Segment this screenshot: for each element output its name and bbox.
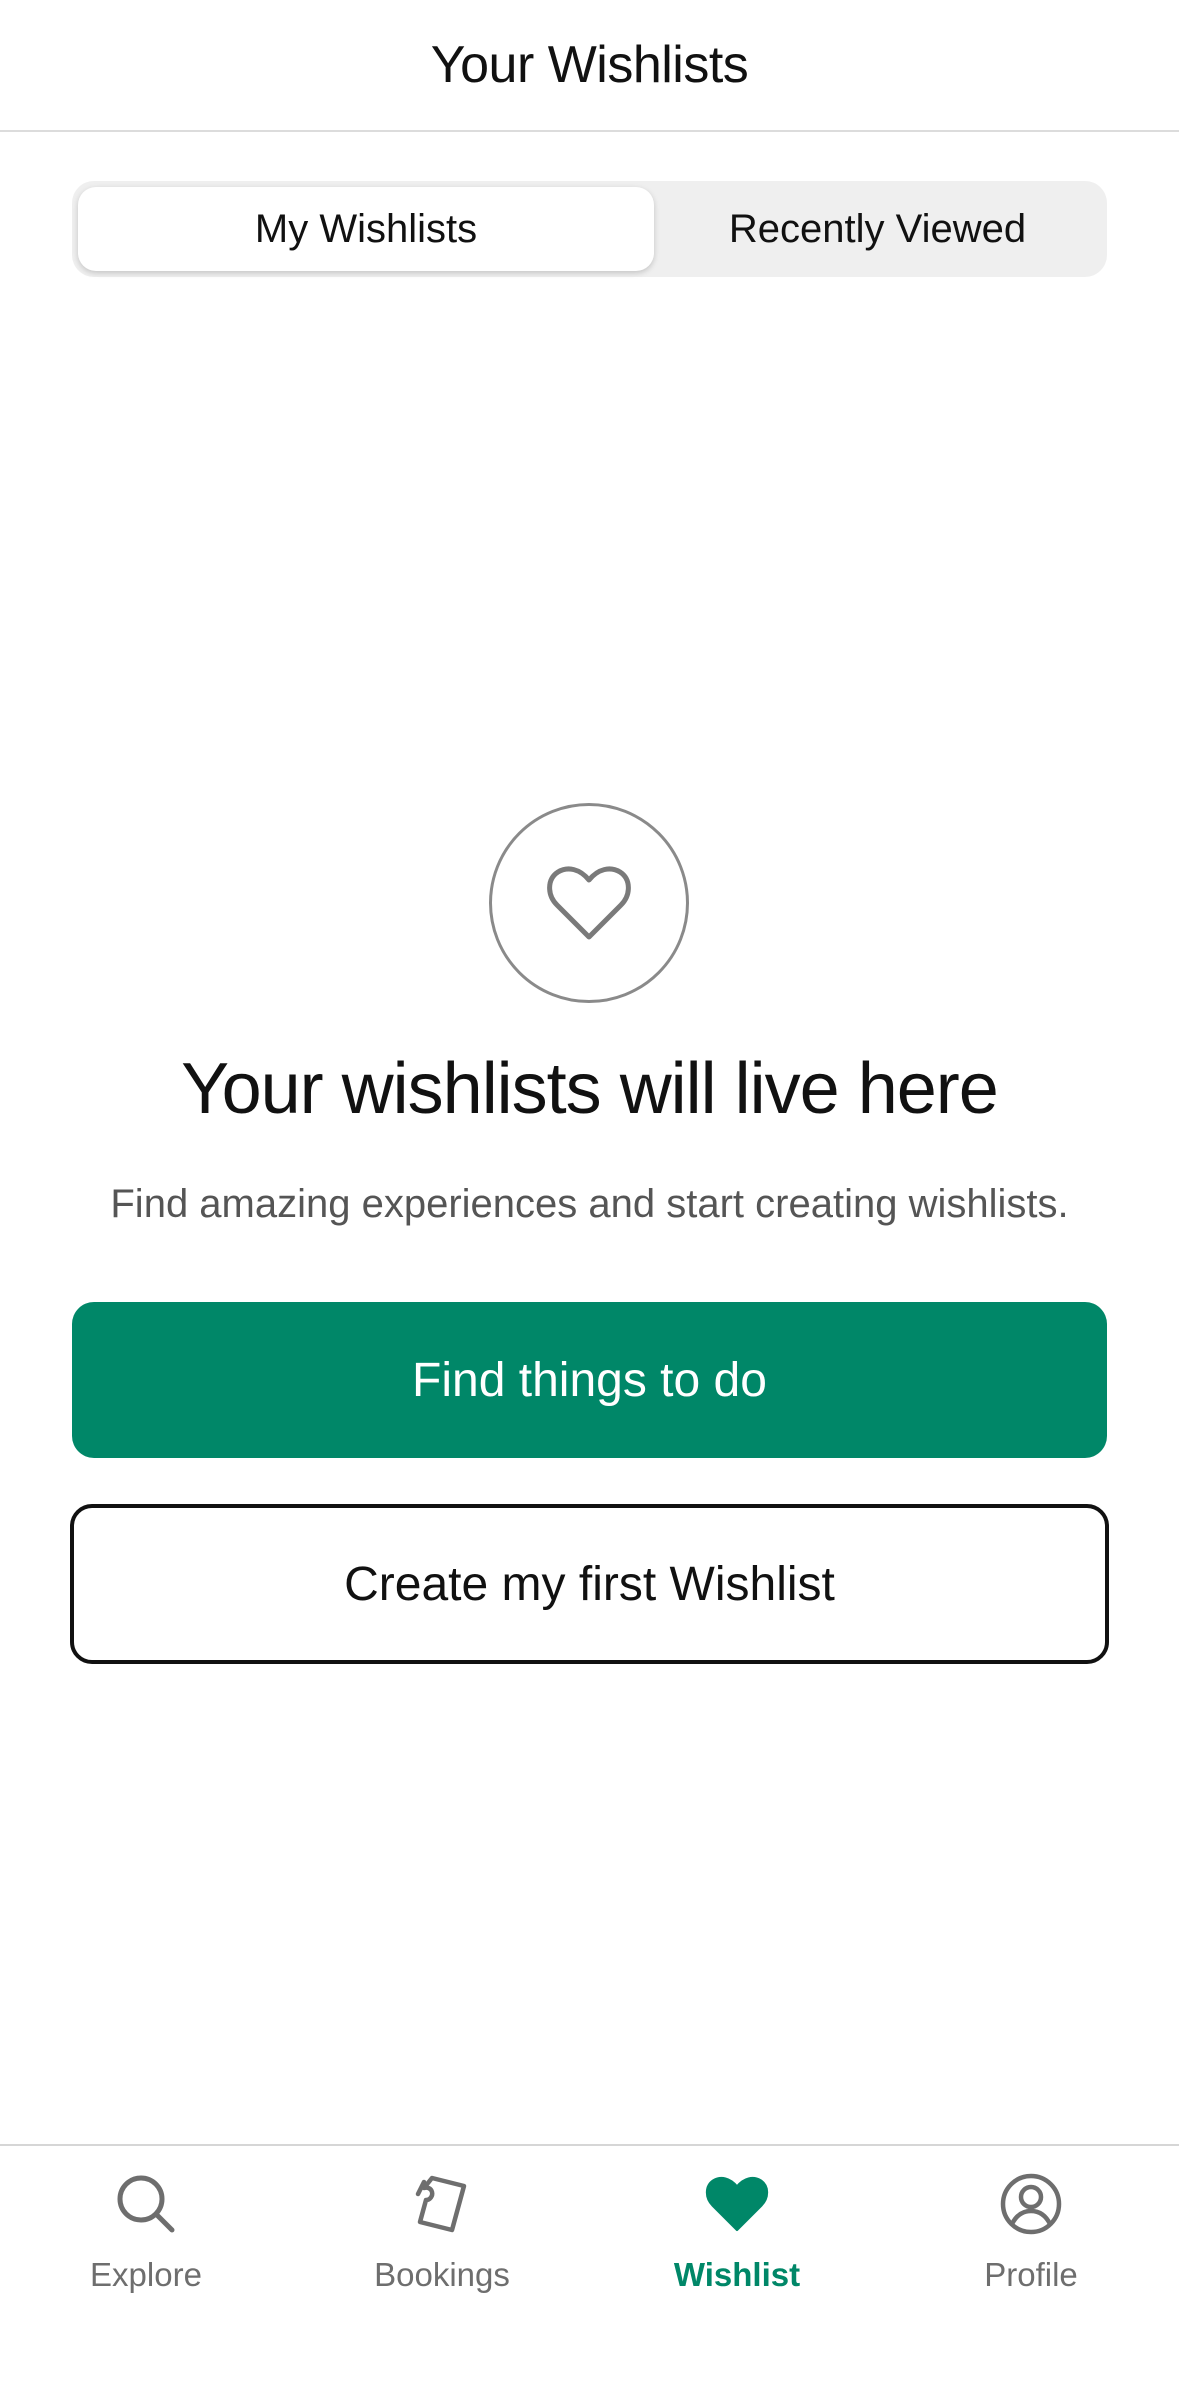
profile-icon (1000, 2173, 1062, 2235)
tab-my-wishlists[interactable]: My Wishlists (78, 187, 654, 271)
empty-state-subtitle: Find amazing experiences and start creat… (110, 1182, 1069, 1226)
page-header: Your Wishlists (0, 0, 1179, 132)
empty-state-icon-circle (489, 803, 689, 1003)
tab-profile[interactable]: Profile (931, 2172, 1131, 2312)
page-title: Your Wishlists (430, 36, 749, 94)
tab-bookings[interactable]: Bookings (342, 2172, 542, 2312)
tab-explore-label: Explore (90, 2256, 202, 2293)
create-first-wishlist-button[interactable]: Create my first Wishlist (70, 1504, 1109, 1664)
tab-recently-viewed[interactable]: Recently Viewed (654, 187, 1101, 271)
tab-bookings-label: Bookings (374, 2256, 510, 2293)
search-icon (117, 2175, 175, 2233)
tab-wishlist-label: Wishlist (673, 2256, 801, 2293)
heart-icon (705, 2176, 769, 2232)
tab-profile-label: Profile (984, 2256, 1078, 2293)
wishlist-segmented-control: My Wishlists Recently Viewed (72, 181, 1107, 277)
find-things-to-do-button[interactable]: Find things to do (72, 1302, 1107, 1458)
ticket-icon (415, 2175, 467, 2233)
tab-wishlist[interactable]: Wishlist (637, 2172, 837, 2312)
bottom-tab-bar: Explore Bookings Wishlist Profile (0, 2144, 1179, 2396)
tab-explore[interactable]: Explore (46, 2172, 246, 2312)
empty-state-title: Your wishlists will live here (181, 1049, 999, 1129)
heart-outline-icon (547, 866, 631, 940)
